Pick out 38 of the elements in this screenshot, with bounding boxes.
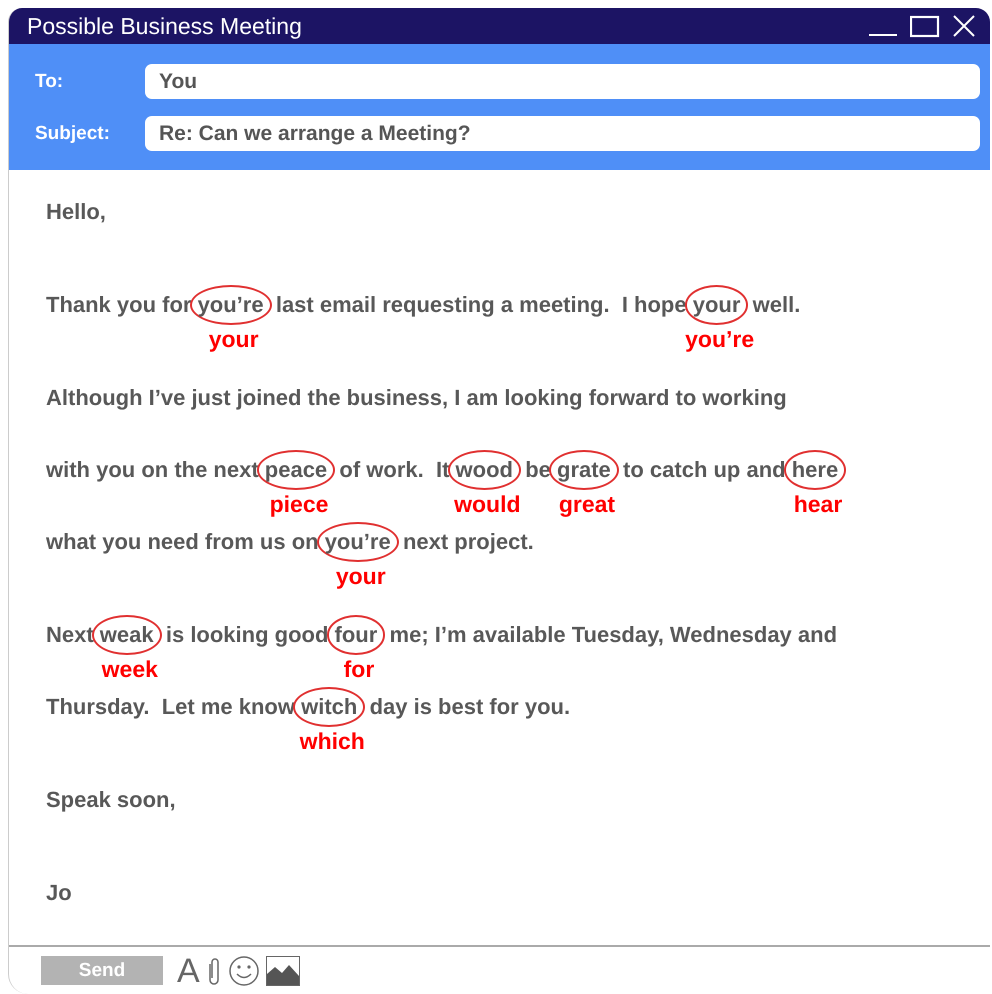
correction-label: week (102, 655, 158, 684)
to-field[interactable]: You (145, 64, 980, 100)
body-text: Speak soon, (46, 787, 176, 812)
circled-word: here (784, 450, 846, 490)
subject-field[interactable]: Re: Can we arrange a Meeting? (145, 116, 980, 152)
correction-label: you’re (685, 325, 754, 354)
body-text: Thank you for (46, 292, 192, 318)
correction-label: your (208, 325, 259, 354)
body-text: Jo (46, 880, 72, 906)
correction-label: piece (270, 490, 328, 518)
smiley-icon[interactable] (228, 954, 260, 987)
subject-label: Subject: (35, 122, 111, 145)
circled-word: your (684, 285, 748, 326)
circled-word: grate (549, 450, 619, 490)
body-text: well. (752, 292, 800, 318)
body-text: is looking good (164, 622, 330, 648)
body-text: Hello, (46, 199, 106, 224)
circled-word: witch (293, 687, 366, 728)
body-text: me; I’m available Tuesday, Wednesday and (388, 622, 838, 648)
close-icon[interactable] (952, 14, 976, 38)
body-text: day is best for you. (368, 694, 570, 720)
correction-label: for (344, 655, 374, 684)
to-label: To: (35, 70, 64, 93)
window-title: Possible Business Meeting (27, 12, 302, 40)
image-icon[interactable] (266, 956, 300, 986)
body-text: be (524, 457, 552, 482)
correction-label: which (300, 727, 365, 756)
correction-label: hear (794, 490, 842, 518)
maximize-icon[interactable] (910, 14, 940, 38)
body-text: Although I’ve just joined the business, I am looking forward to working (46, 385, 787, 410)
correction-label: great (558, 490, 616, 518)
correction-label: would (454, 490, 521, 518)
circled-word: you’re (316, 522, 399, 562)
correction-label: your (336, 562, 386, 590)
circled-word: you’re (190, 285, 272, 326)
circled-word: four (326, 615, 386, 656)
font-button[interactable]: A (177, 954, 200, 988)
body-text: next project. (402, 529, 534, 554)
